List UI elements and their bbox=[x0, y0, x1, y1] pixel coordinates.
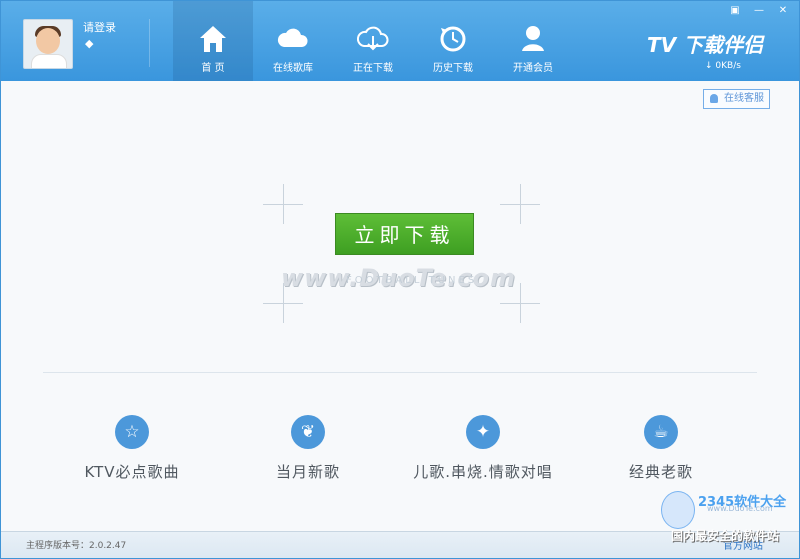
star-icon: ☆ bbox=[115, 415, 149, 449]
online-service-button[interactable]: 在线客服 bbox=[703, 89, 770, 109]
category-ktv[interactable]: ☆ KTV必点歌曲 bbox=[47, 415, 217, 487]
category-classic-songs-label: 经典老歌 bbox=[628, 463, 693, 481]
brand-name: 下载伴侣 bbox=[683, 33, 764, 57]
content-divider bbox=[43, 372, 757, 373]
download-subtext: FOOTBALL TUNES bbox=[346, 275, 478, 286]
header-divider bbox=[149, 19, 150, 67]
category-new-songs[interactable]: ❦ 当月新歌 bbox=[223, 415, 393, 487]
nav-home[interactable]: 首 页 bbox=[173, 1, 253, 81]
nav-membership-label: 开通会员 bbox=[513, 63, 553, 74]
nav-downloading[interactable]: 正在下载 bbox=[333, 1, 413, 81]
top-header: 请登录 ◆ 首 页 在线歌库 正在下载 历史下载 开通会员 TV 下载伴侣 ↓ … bbox=[1, 1, 799, 81]
category-classic-songs[interactable]: ☕ 经典老歌 bbox=[576, 415, 746, 487]
cloud-icon bbox=[277, 28, 308, 47]
nav-membership[interactable]: 开通会员 bbox=[493, 1, 573, 81]
download-speed: ↓ 0KB/s bbox=[705, 61, 741, 71]
close-icon[interactable]: ✕ bbox=[775, 5, 791, 17]
watermark-slogan: 国内最安全的软件站 bbox=[671, 529, 780, 543]
mascot-icon bbox=[661, 491, 695, 529]
nav-online-library[interactable]: 在线歌库 bbox=[253, 1, 333, 81]
brand-logo-mark: TV bbox=[647, 33, 677, 57]
minimize-icon[interactable]: — bbox=[751, 5, 767, 17]
member-icon bbox=[522, 26, 544, 51]
login-link[interactable]: 请登录 bbox=[83, 19, 116, 35]
restore-icon[interactable]: ▣ bbox=[727, 5, 743, 17]
category-kids-medley-duets-label: 儿歌.串烧.情歌对唱 bbox=[413, 463, 553, 481]
main-navigation: 首 页 在线歌库 正在下载 历史下载 开通会员 bbox=[173, 1, 573, 81]
instant-download-button[interactable]: 立即下载 bbox=[335, 213, 474, 255]
corner-mark-top-left bbox=[263, 184, 303, 224]
teacup-icon: ☕ bbox=[644, 415, 678, 449]
user-avatar[interactable] bbox=[23, 19, 73, 69]
category-new-songs-label: 当月新歌 bbox=[275, 463, 340, 481]
brand-title: TV 下载伴侣 bbox=[647, 29, 777, 57]
nav-online-library-label: 在线歌库 bbox=[273, 63, 313, 74]
category-ktv-label: KTV必点歌曲 bbox=[84, 463, 180, 481]
nav-history[interactable]: 历史下载 bbox=[413, 1, 493, 81]
nav-downloading-label: 正在下载 bbox=[353, 63, 393, 74]
service-label: 在线客服 bbox=[724, 93, 764, 104]
app-window: 请登录 ◆ 首 页 在线歌库 正在下载 历史下载 开通会员 TV 下载伴侣 ↓ … bbox=[0, 0, 800, 559]
diamond-icon: ◆ bbox=[85, 37, 94, 50]
site-watermark-logo: 2345软件大全 www.DuoTe.com 国内最安全的软件站 bbox=[651, 484, 799, 544]
program-version: 主程序版本号：2.0.2.47 bbox=[26, 541, 127, 551]
nav-home-label: 首 页 bbox=[201, 63, 225, 74]
puzzle-icon: ✦ bbox=[466, 415, 500, 449]
window-controls: ▣ — ✕ bbox=[727, 5, 791, 17]
category-kids-medley-duets[interactable]: ✦ 儿歌.串烧.情歌对唱 bbox=[398, 415, 568, 487]
corner-mark-top-right bbox=[500, 184, 540, 224]
avatar-face-shape bbox=[36, 28, 60, 54]
nav-history-label: 历史下载 bbox=[433, 63, 473, 74]
speed-value: 0KB/s bbox=[715, 61, 741, 71]
cloud-download-icon bbox=[357, 26, 389, 51]
history-icon bbox=[440, 26, 466, 52]
download-arrow-icon: ↓ bbox=[705, 61, 713, 71]
home-icon bbox=[200, 26, 226, 52]
avatar-shirt-shape bbox=[31, 54, 67, 68]
watermark-url: www.DuoTe.com bbox=[707, 504, 773, 513]
leaf-icon: ❦ bbox=[291, 415, 325, 449]
